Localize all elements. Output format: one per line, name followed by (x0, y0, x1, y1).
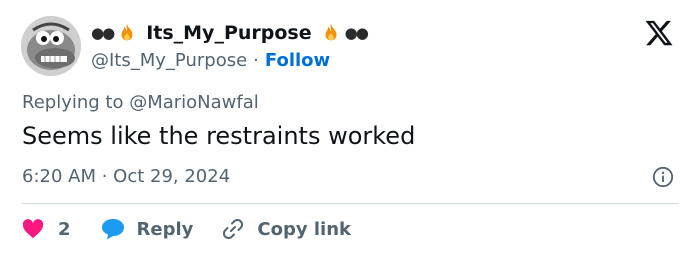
fire-icon (121, 23, 133, 41)
tweet-timestamp[interactable]: 6:20 AM · Oct 29, 2024 (22, 166, 230, 187)
handle-row: @Its_My_Purpose · Follow (91, 47, 330, 73)
fire-icon (325, 23, 337, 41)
reply-button[interactable]: Reply (101, 218, 194, 240)
replying-to: Replying to @MarioNawfal (22, 92, 259, 113)
avatar[interactable] (21, 16, 81, 76)
link-icon (223, 218, 244, 240)
avatar-image (21, 16, 81, 76)
copy-link-button[interactable]: Copy link (221, 217, 351, 241)
user-handle[interactable]: @Its_My_Purpose (91, 50, 247, 71)
display-name[interactable]: Its_My_Purpose (146, 22, 311, 44)
chat-bubble-icon (101, 219, 124, 240)
x-logo-icon[interactable] (643, 18, 675, 48)
eyes-icon: ●● (344, 23, 369, 42)
reply-label: Reply (136, 218, 194, 240)
display-name-row[interactable]: ●● Its_My_Purpose ●● (91, 19, 369, 47)
replying-to-prefix: Replying to (22, 92, 130, 113)
copy-link-label: Copy link (257, 218, 351, 240)
like-count: 2 (58, 218, 71, 240)
follow-button[interactable]: Follow (265, 50, 330, 71)
like-button[interactable]: 2 (22, 219, 71, 240)
divider (22, 203, 679, 204)
tweet-card: ●● Its_My_Purpose ●● @Its_My_Purpose · F… (0, 0, 700, 256)
reply-target-link[interactable]: @MarioNawfal (129, 92, 259, 113)
tweet-text: Seems like the restraints worked (22, 122, 416, 150)
eyes-icon: ●● (91, 23, 115, 42)
heart-icon (22, 219, 44, 239)
separator-dot: · (253, 49, 259, 71)
tweet-actions: 2 Reply Copy link (22, 214, 351, 244)
info-icon[interactable] (652, 166, 674, 188)
